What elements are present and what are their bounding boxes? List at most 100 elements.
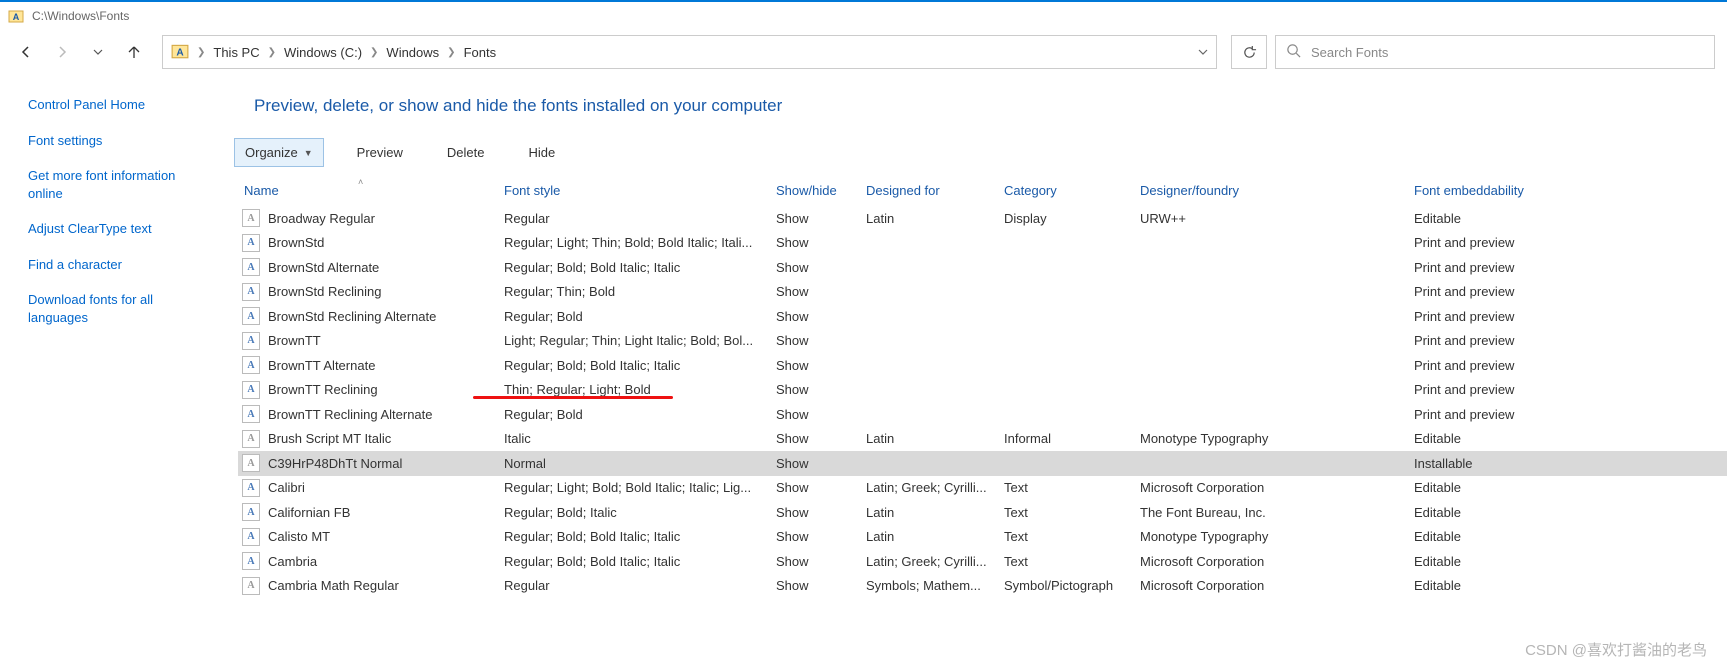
column-headers: Name˄ Font style Show/hide Designed for … bbox=[220, 175, 1727, 206]
font-show-hide: Show bbox=[770, 309, 860, 324]
column-font-style[interactable]: Font style bbox=[498, 179, 770, 202]
breadcrumb[interactable]: This PC bbox=[213, 45, 259, 60]
column-designed-for[interactable]: Designed for bbox=[860, 179, 998, 202]
breadcrumb[interactable]: Fonts bbox=[464, 45, 497, 60]
chevron-right-icon[interactable]: ❯ bbox=[370, 47, 378, 58]
font-name: BrownStd bbox=[268, 235, 324, 250]
font-embeddability: Print and preview bbox=[1408, 407, 1608, 422]
font-show-hide: Show bbox=[770, 358, 860, 373]
font-name: Brush Script MT Italic bbox=[268, 431, 391, 446]
font-show-hide: Show bbox=[770, 554, 860, 569]
font-row[interactable]: ABrownTT RecliningThin; Regular; Light; … bbox=[238, 378, 1727, 403]
font-embeddability: Print and preview bbox=[1408, 382, 1608, 397]
font-row[interactable]: ABrownStd Reclining AlternateRegular; Bo… bbox=[238, 304, 1727, 329]
font-name: Broadway Regular bbox=[268, 211, 375, 226]
font-category: Text bbox=[998, 480, 1134, 495]
font-show-hide: Show bbox=[770, 211, 860, 226]
font-designed-for: Symbols; Mathem... bbox=[860, 578, 998, 593]
font-row[interactable]: ABroadway RegularRegularShowLatinDisplay… bbox=[238, 206, 1727, 231]
chevron-down-icon: ▼ bbox=[304, 148, 313, 158]
font-foundry: Microsoft Corporation bbox=[1134, 578, 1408, 593]
hide-button[interactable]: Hide bbox=[518, 138, 567, 167]
font-style: Regular; Light; Thin; Bold; Bold Italic;… bbox=[498, 235, 770, 250]
font-foundry: Monotype Typography bbox=[1134, 431, 1408, 446]
search-input[interactable] bbox=[1311, 45, 1704, 60]
font-file-icon: A bbox=[242, 430, 260, 448]
fonts-folder-icon: A bbox=[171, 42, 189, 63]
font-file-icon: A bbox=[242, 381, 260, 399]
font-style: Regular bbox=[498, 211, 770, 226]
font-show-hide: Show bbox=[770, 456, 860, 471]
sidebar-item-more-font-info[interactable]: Get more font information online bbox=[28, 167, 208, 202]
refresh-button[interactable] bbox=[1231, 35, 1267, 69]
svg-text:A: A bbox=[13, 12, 20, 22]
font-row[interactable]: ABrownStd AlternateRegular; Bold; Bold I… bbox=[238, 255, 1727, 280]
up-button[interactable] bbox=[120, 38, 148, 66]
forward-button[interactable] bbox=[48, 38, 76, 66]
sidebar-item-cleartype[interactable]: Adjust ClearType text bbox=[28, 220, 208, 238]
font-row[interactable]: ABrownTT AlternateRegular; Bold; Bold It… bbox=[238, 353, 1727, 378]
font-file-icon: A bbox=[242, 209, 260, 227]
recent-dropdown[interactable] bbox=[84, 38, 112, 66]
font-row[interactable]: ACalibriRegular; Light; Bold; Bold Itali… bbox=[238, 476, 1727, 501]
column-category[interactable]: Category bbox=[998, 179, 1134, 202]
font-row[interactable]: ABrownTT Reclining AlternateRegular; Bol… bbox=[238, 402, 1727, 427]
sidebar-item-download-fonts[interactable]: Download fonts for all languages bbox=[28, 291, 208, 326]
column-show-hide[interactable]: Show/hide bbox=[770, 179, 860, 202]
column-foundry[interactable]: Designer/foundry bbox=[1134, 179, 1408, 202]
font-row[interactable]: A BrownStd Regular; Light; Thin; Bold; Bol… bbox=[238, 231, 1727, 256]
column-name[interactable]: Name˄ bbox=[238, 179, 498, 202]
font-row[interactable]: ABrush Script MT ItalicItalicShowLatinIn… bbox=[238, 427, 1727, 452]
font-name: BrownStd Reclining bbox=[268, 284, 381, 299]
font-category: Symbol/Pictograph bbox=[998, 578, 1134, 593]
font-style: Regular; Light; Bold; Bold Italic; Itali… bbox=[498, 480, 770, 495]
main-panel: Preview, delete, or show and hide the fo… bbox=[220, 74, 1727, 668]
svg-text:A: A bbox=[176, 47, 184, 58]
chevron-down-icon[interactable] bbox=[1198, 45, 1208, 60]
font-row[interactable]: ABrownStd RecliningRegular; Thin; BoldSh… bbox=[238, 280, 1727, 305]
window-title: C:\Windows\Fonts bbox=[32, 9, 129, 23]
sidebar-item-font-settings[interactable]: Font settings bbox=[28, 132, 208, 150]
column-embeddability[interactable]: Font embeddability bbox=[1408, 179, 1608, 202]
font-style: Regular; Bold bbox=[498, 407, 770, 422]
font-name: BrownTT bbox=[268, 333, 321, 348]
chevron-right-icon[interactable]: ❯ bbox=[268, 47, 276, 58]
font-file-icon: A bbox=[242, 307, 260, 325]
search-box[interactable] bbox=[1275, 35, 1715, 69]
font-designed-for: Latin bbox=[860, 529, 998, 544]
delete-button[interactable]: Delete bbox=[436, 138, 496, 167]
font-show-hide: Show bbox=[770, 480, 860, 495]
breadcrumb[interactable]: Windows (C:) bbox=[284, 45, 362, 60]
font-row[interactable]: ACalifornian FBRegular; Bold; ItalicShow… bbox=[238, 500, 1727, 525]
font-row[interactable]: ABrownTTLight; Regular; Thin; Light Ital… bbox=[238, 329, 1727, 354]
font-style: Thin; Regular; Light; Bold bbox=[498, 382, 770, 397]
sidebar-item-find-character[interactable]: Find a character bbox=[28, 256, 208, 274]
organize-button[interactable]: Organize ▼ bbox=[234, 138, 324, 167]
chevron-right-icon[interactable]: ❯ bbox=[197, 47, 205, 58]
font-name: BrownTT Alternate bbox=[268, 358, 375, 373]
font-list: ABroadway RegularRegularShowLatinDisplay… bbox=[220, 206, 1727, 598]
font-row[interactable]: ACambriaRegular; Bold; Bold Italic; Ital… bbox=[238, 549, 1727, 574]
back-button[interactable] bbox=[12, 38, 40, 66]
font-foundry: Microsoft Corporation bbox=[1134, 480, 1408, 495]
font-show-hide: Show bbox=[770, 578, 860, 593]
font-embeddability: Print and preview bbox=[1408, 235, 1608, 250]
breadcrumb[interactable]: Windows bbox=[386, 45, 439, 60]
sidebar-item-control-panel-home[interactable]: Control Panel Home bbox=[28, 96, 208, 114]
font-row[interactable]: ACambria Math RegularRegularShowSymbols;… bbox=[238, 574, 1727, 599]
title-bar: A C:\Windows\Fonts bbox=[0, 0, 1727, 30]
font-file-icon: A bbox=[242, 234, 260, 252]
font-show-hide: Show bbox=[770, 529, 860, 544]
chevron-right-icon[interactable]: ❯ bbox=[447, 47, 455, 58]
font-embeddability: Editable bbox=[1408, 529, 1608, 544]
font-show-hide: Show bbox=[770, 431, 860, 446]
address-bar[interactable]: A ❯ This PC ❯ Windows (C:) ❯ Windows ❯ F… bbox=[162, 35, 1217, 69]
font-row[interactable]: ACalisto MTRegular; Bold; Bold Italic; I… bbox=[238, 525, 1727, 550]
font-style: Italic bbox=[498, 431, 770, 446]
font-name: BrownStd Reclining Alternate bbox=[268, 309, 436, 324]
font-row[interactable]: AC39HrP48DhTt NormalNormalShowInstallabl… bbox=[238, 451, 1727, 476]
page-title: Preview, delete, or show and hide the fo… bbox=[220, 74, 1727, 134]
font-foundry: Microsoft Corporation bbox=[1134, 554, 1408, 569]
preview-button[interactable]: Preview bbox=[346, 138, 414, 167]
font-embeddability: Print and preview bbox=[1408, 309, 1608, 324]
